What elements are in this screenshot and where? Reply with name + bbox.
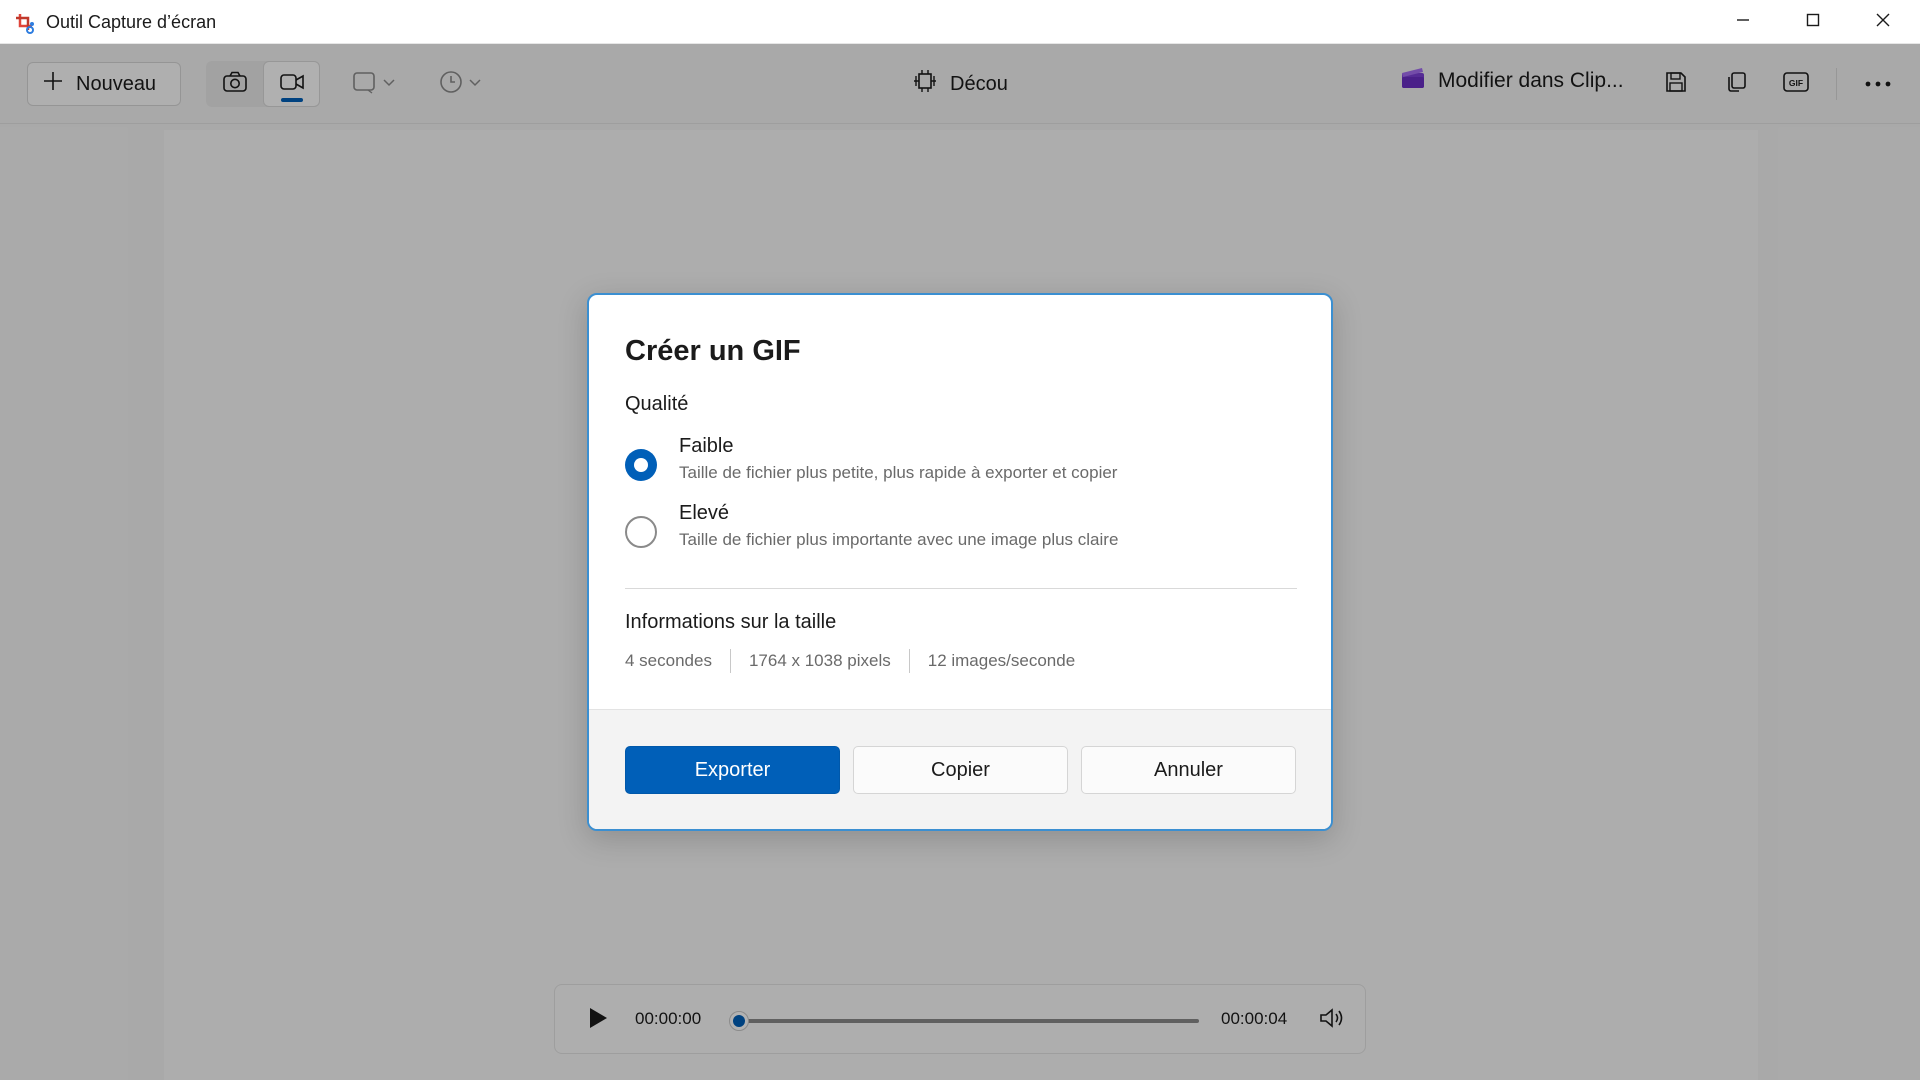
info-framerate: 12 images/seconde [927,651,1076,670]
info-separator [729,649,731,673]
title-bar: Outil Capture d’écran [0,0,1920,44]
size-info-title: Informations sur la taille [625,611,837,633]
export-button[interactable]: Exporter [625,746,840,794]
quality-option-desc: Taille de fichier plus petite, plus rapi… [679,463,1118,482]
info-dimensions: 1764 x 1038 pixels [748,651,891,670]
close-icon [1875,12,1891,33]
copy-gif-button[interactable]: Copier [853,746,1068,794]
maximize-button[interactable] [1778,0,1848,44]
minimize-button[interactable] [1708,0,1778,44]
cancel-button[interactable]: Annuler [1081,746,1296,794]
quality-option-high[interactable]: Elevé Taille de fichier plus importante … [625,502,1305,562]
maximize-icon [1805,12,1821,33]
minimize-icon [1735,12,1751,33]
create-gif-dialog: Créer un GIF Qualité Faible Taille de fi… [587,293,1333,831]
radio-high[interactable] [625,516,657,548]
radio-low[interactable] [625,449,657,481]
window-title: Outil Capture d’écran [46,12,217,32]
dialog-footer: Exporter Copier Annuler [589,709,1331,829]
close-button[interactable] [1848,0,1918,44]
quality-option-label: Elevé [679,502,730,524]
info-duration: 4 secondes [625,651,712,670]
quality-option-low[interactable]: Faible Taille de fichier plus petite, pl… [625,435,1305,495]
info-separator [908,649,910,673]
dialog-title: Créer un GIF [625,335,801,367]
snipping-tool-icon [14,12,36,34]
dialog-divider [625,588,1297,589]
quality-option-label: Faible [679,435,734,457]
quality-label: Qualité [625,393,689,415]
quality-option-desc: Taille de fichier plus importante avec u… [679,530,1119,549]
size-info-row: 4 secondes 1764 x 1038 pixels 12 images/… [625,649,1075,673]
